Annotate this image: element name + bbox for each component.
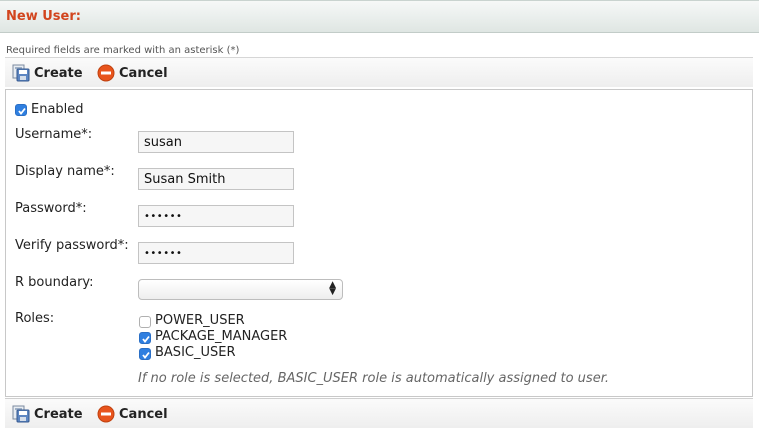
top-toolbar: Create Cancel [5,57,753,87]
create-button-label: Create [34,406,83,422]
role-checkbox-package-manager[interactable] [139,332,151,344]
enabled-label: Enabled [31,102,84,117]
enabled-checkbox[interactable] [15,104,27,116]
create-button[interactable]: Create [12,405,83,423]
page-header: New User: [0,0,759,33]
roles-hint: If no role is selected, BASIC_USER role … [138,371,609,386]
save-icon [12,405,30,423]
role-label-package-manager: PACKAGE_MANAGER [155,329,288,344]
checkmark-icon [18,107,26,115]
username-field[interactable]: susan [138,131,294,153]
verify-password-field[interactable]: •••••• [138,242,294,264]
display-name-field[interactable]: Susan Smith [138,168,294,190]
r-boundary-select[interactable]: ▲ ▼ [138,279,343,300]
checkmark-icon [142,351,150,359]
updown-arrows-icon: ▲ ▼ [329,280,336,297]
password-field[interactable]: •••••• [138,205,294,227]
checkmark-icon [142,335,150,343]
bottom-toolbar: Create Cancel [5,398,753,428]
cancel-button-label: Cancel [119,65,168,81]
r-boundary-label: R boundary: [15,275,94,290]
cancel-button[interactable]: Cancel [97,64,168,82]
role-label-power-user: POWER_USER [155,313,245,328]
create-button[interactable]: Create [12,64,83,82]
cancel-icon [97,64,115,82]
role-checkbox-basic-user[interactable] [139,348,151,360]
verify-password-label: Verify password*: [15,238,129,253]
cancel-button[interactable]: Cancel [97,405,168,423]
cancel-icon [97,405,115,423]
display-name-label: Display name*: [15,164,115,179]
create-button-label: Create [34,65,83,81]
username-label: Username*: [15,127,93,142]
role-label-basic-user: BASIC_USER [155,345,236,360]
page-title: New User: [6,9,81,24]
roles-label: Roles: [15,311,55,326]
cancel-button-label: Cancel [119,406,168,422]
password-label: Password*: [15,201,87,216]
save-icon [12,64,30,82]
role-checkbox-power-user[interactable] [139,316,151,328]
required-fields-note: Required fields are marked with an aster… [6,45,240,56]
user-form: Enabled Username*: susan Display name*: … [5,89,753,397]
